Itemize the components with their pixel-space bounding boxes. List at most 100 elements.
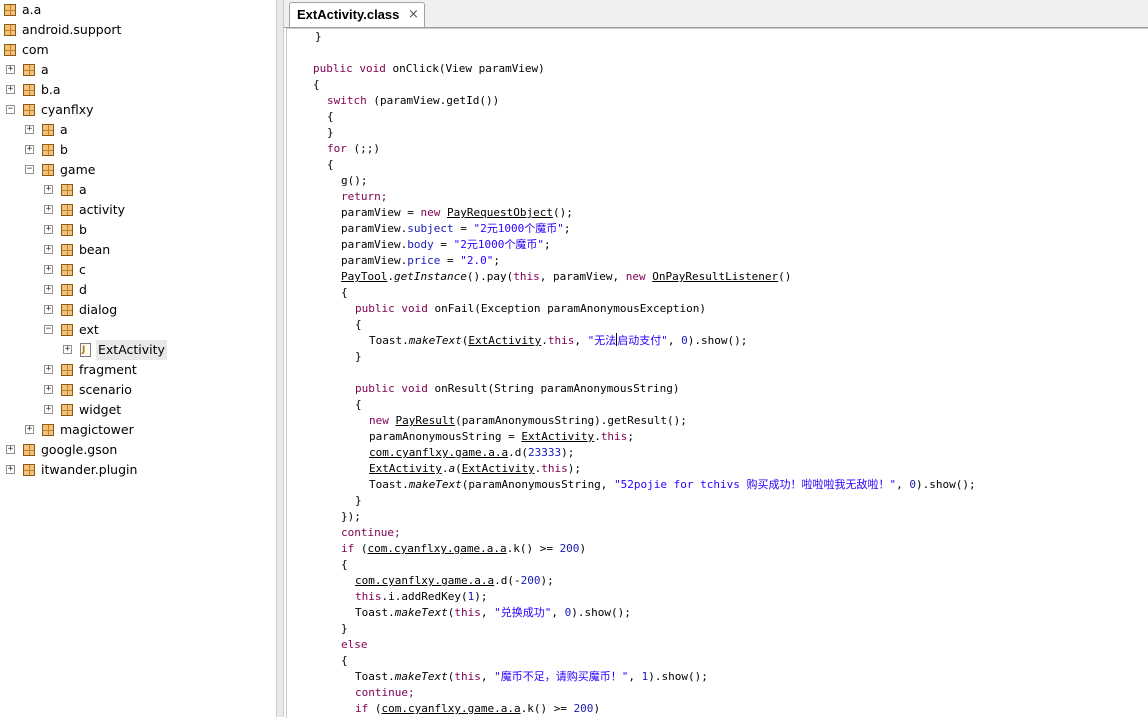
code-line: } — [355, 350, 362, 363]
tree-item-game-b[interactable]: + b — [0, 220, 276, 240]
code-line: ExtActivity.a(ExtActivity.this); — [369, 462, 581, 475]
tree-item-game-d[interactable]: + d — [0, 280, 276, 300]
code-line: Toast.makeText(this, "魔币不足，请购买魔币！", 1).s… — [355, 670, 708, 683]
code-line: Toast.makeText(this, "兑换成功", 0).show(); — [355, 606, 631, 619]
tree-item-label: a — [60, 122, 68, 137]
expand-toggle-icon[interactable]: + — [44, 205, 53, 214]
expand-toggle-icon[interactable]: + — [25, 125, 34, 134]
code-line: paramView.price = "2.0"; — [341, 254, 500, 267]
tree-item-cyanflxy-b[interactable]: + b — [0, 140, 276, 160]
package-icon — [61, 244, 73, 256]
package-icon — [61, 404, 73, 416]
tab-extactivity-class[interactable]: ExtActivity.class × — [289, 2, 425, 27]
tree-item-com[interactable]: com — [0, 40, 276, 60]
tree-item-game[interactable]: − game — [0, 160, 276, 180]
tree-item-label: b — [79, 222, 87, 237]
package-icon — [4, 44, 16, 56]
package-icon — [61, 204, 73, 216]
tree-item-cyanflxy[interactable]: − cyanflxy — [0, 100, 276, 120]
package-icon — [42, 424, 54, 436]
code-line: }); — [341, 510, 361, 523]
tree-item-cyanflxy-a[interactable]: + a — [0, 120, 276, 140]
package-icon — [23, 444, 35, 456]
tree-item-label: magictower — [60, 422, 134, 437]
package-icon — [61, 224, 73, 236]
expand-toggle-icon[interactable]: + — [44, 245, 53, 254]
collapse-toggle-icon[interactable]: − — [44, 325, 53, 334]
code-line: public void onFail(Exception paramAnonym… — [355, 302, 707, 315]
tree-item-activity[interactable]: + activity — [0, 200, 276, 220]
code-line: paramView = new PayRequestObject(); — [341, 206, 573, 219]
code-line: g(); — [341, 174, 368, 187]
tree-item-google-gson[interactable]: + google.gson — [0, 440, 276, 460]
code-line: { — [327, 110, 334, 123]
package-icon — [61, 284, 73, 296]
tree-item-game-c[interactable]: + c — [0, 260, 276, 280]
tree-item-label: activity — [79, 202, 126, 217]
expand-toggle-icon[interactable]: + — [44, 305, 53, 314]
java-file-icon — [80, 343, 91, 357]
tree-item-label: a.a — [22, 2, 42, 17]
code-view[interactable]: } public void onClick(View paramView) { … — [286, 28, 1148, 718]
code-line: paramAnonymousString = ExtActivity.this; — [369, 430, 634, 443]
package-icon — [61, 264, 73, 276]
package-tree[interactable]: a.a android.support com + a + b.a − cyan… — [0, 0, 276, 717]
code-line: new PayResult(paramAnonymousString).getR… — [369, 414, 687, 427]
code-editor[interactable]: ExtActivity.class × } public void onClic… — [284, 0, 1148, 718]
tree-item-label: ExtActivity — [96, 340, 167, 360]
tree-item-com-b-a[interactable]: + b.a — [0, 80, 276, 100]
tree-item-extactivity[interactable]: + ExtActivity — [0, 340, 276, 360]
package-icon — [61, 364, 73, 376]
package-icon — [61, 184, 73, 196]
expand-toggle-icon[interactable]: + — [44, 405, 53, 414]
tree-item-dialog[interactable]: + dialog — [0, 300, 276, 320]
expand-toggle-icon[interactable]: + — [6, 465, 15, 474]
tree-item-com-a[interactable]: + a — [0, 60, 276, 80]
expand-toggle-icon[interactable]: + — [25, 425, 34, 434]
tree-item-fragment[interactable]: + fragment — [0, 360, 276, 380]
package-icon — [4, 24, 16, 36]
tree-item-bean[interactable]: + bean — [0, 240, 276, 260]
package-icon — [23, 84, 35, 96]
code-line: } — [355, 494, 362, 507]
package-icon — [23, 464, 35, 476]
package-icon — [61, 384, 73, 396]
tree-item-scenario[interactable]: + scenario — [0, 380, 276, 400]
panel-splitter[interactable] — [276, 0, 284, 717]
tree-item-itwander-plugin[interactable]: + itwander.plugin — [0, 460, 276, 480]
collapse-toggle-icon[interactable]: − — [25, 165, 34, 174]
code-line: switch (paramView.getId()) — [327, 94, 500, 107]
expand-toggle-icon[interactable]: + — [25, 145, 34, 154]
code-line: continue; — [355, 686, 415, 699]
tree-item-label: com — [22, 42, 49, 57]
expand-toggle-icon[interactable]: + — [44, 185, 53, 194]
tree-item-ext[interactable]: − ext — [0, 320, 276, 340]
editor-tab-bar: ExtActivity.class × — [284, 0, 1148, 28]
tree-item-label: d — [79, 282, 87, 297]
expand-toggle-icon[interactable]: + — [44, 365, 53, 374]
expand-toggle-icon[interactable]: + — [6, 65, 15, 74]
expand-toggle-icon[interactable]: + — [63, 345, 72, 354]
expand-toggle-icon[interactable]: + — [6, 85, 15, 94]
code-line: Toast.makeText(ExtActivity.this, "无法启动支付… — [369, 333, 748, 347]
code-line: for (;;) — [327, 142, 380, 155]
package-icon — [61, 304, 73, 316]
tree-item-a-a[interactable]: a.a — [0, 0, 276, 20]
tree-item-android-support[interactable]: android.support — [0, 20, 276, 40]
tree-item-label: google.gson — [41, 442, 118, 457]
tree-item-widget[interactable]: + widget — [0, 400, 276, 420]
collapse-toggle-icon[interactable]: − — [6, 105, 15, 114]
code-line: } — [327, 126, 334, 139]
expand-toggle-icon[interactable]: + — [44, 385, 53, 394]
close-icon[interactable]: × — [407, 8, 420, 21]
code-line: paramView.body = "2元1000个魔币"; — [341, 238, 551, 251]
tree-item-magictower[interactable]: + magictower — [0, 420, 276, 440]
expand-toggle-icon[interactable]: + — [44, 265, 53, 274]
expand-toggle-icon[interactable]: + — [44, 285, 53, 294]
expand-toggle-icon[interactable]: + — [6, 445, 15, 454]
expand-toggle-icon[interactable]: + — [44, 225, 53, 234]
tree-item-label: fragment — [79, 362, 137, 377]
package-icon — [42, 144, 54, 156]
package-icon — [61, 324, 73, 336]
tree-item-game-a[interactable]: + a — [0, 180, 276, 200]
